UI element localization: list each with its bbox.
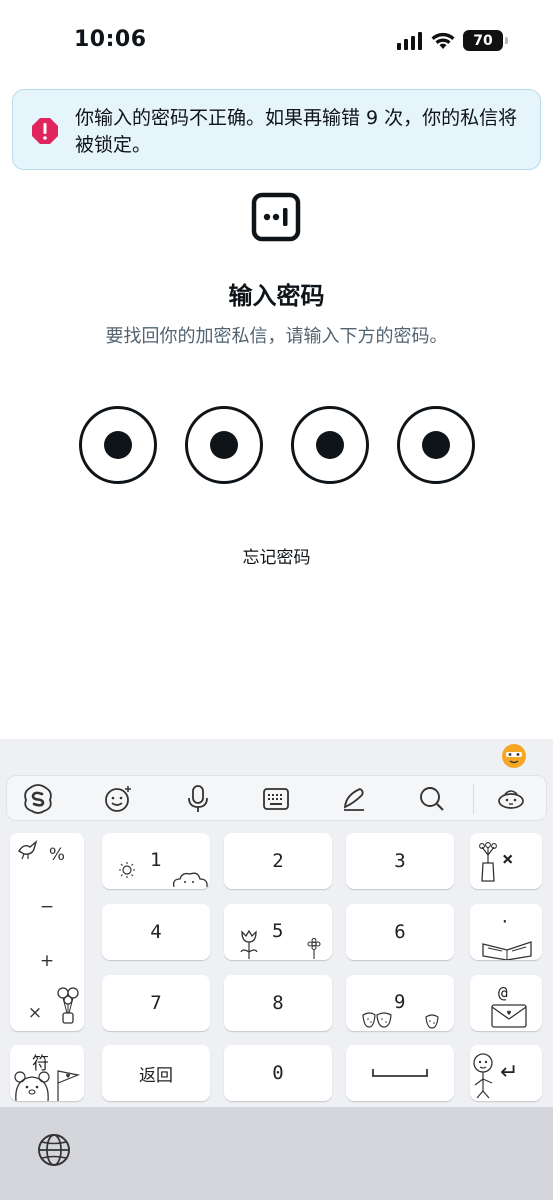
keyboard-toolbar	[6, 775, 547, 821]
enter-key[interactable]: ↵	[470, 1045, 542, 1101]
strawberries-doodle-icon	[362, 1012, 392, 1028]
symbol-minus[interactable]: −	[10, 897, 84, 917]
enter-key-label: ↵	[500, 1060, 519, 1085]
key-3[interactable]: 3	[346, 833, 454, 889]
delete-key[interactable]: ×	[470, 833, 542, 889]
status-bar: 10:06 70	[0, 0, 553, 80]
envelope-doodle-icon	[491, 1004, 527, 1028]
error-banner: 你输入的密码不正确。如果再输错 9 次，你的私信将被锁定。	[12, 89, 541, 170]
pin-digit-3	[291, 406, 369, 484]
bear-flag-doodle-icon	[14, 1070, 81, 1101]
toolbar-divider	[473, 784, 474, 814]
pin-digit-4	[397, 406, 475, 484]
search-icon[interactable]	[415, 782, 449, 816]
key-4[interactable]: 4	[102, 904, 210, 960]
pin-input[interactable]	[79, 406, 475, 486]
forgot-password-link[interactable]: 忘记密码	[0, 543, 553, 568]
globe-icon[interactable]	[36, 1132, 72, 1168]
pin-filled-dot	[316, 431, 344, 459]
person-doodle-icon	[473, 1053, 493, 1099]
pin-digit-1	[79, 406, 157, 484]
small-flower-doodle-icon	[307, 938, 321, 959]
error-message: 你输入的密码不正确。如果再输错 9 次，你的私信将被锁定。	[75, 107, 518, 156]
back-key[interactable]: 返回	[102, 1045, 210, 1101]
keyboard-icon[interactable]	[259, 782, 293, 816]
cloud-doodle-icon	[172, 872, 208, 888]
strawberry-doodle-icon	[425, 1014, 439, 1029]
at-key[interactable]: @	[470, 975, 542, 1031]
handwriting-icon[interactable]	[337, 782, 371, 816]
pin-filled-dot	[210, 431, 238, 459]
key-1[interactable]: 1	[102, 833, 210, 889]
symbols-toggle-key[interactable]: 符	[10, 1045, 84, 1101]
space-key[interactable]	[346, 1045, 454, 1101]
space-bar-icon	[372, 1069, 428, 1077]
microphone-icon[interactable]	[181, 782, 215, 816]
key-7[interactable]: 7	[102, 975, 210, 1031]
status-time: 10:06	[74, 27, 147, 52]
key-6[interactable]: 6	[346, 904, 454, 960]
key-8[interactable]: 8	[224, 975, 332, 1031]
key-5[interactable]: 5	[224, 904, 332, 960]
page-subtitle: 要找回你的加密私信，请输入下方的密码。	[105, 326, 448, 347]
signal-icon	[397, 31, 422, 50]
wifi-icon	[431, 32, 455, 49]
flower-vase-doodle-icon	[479, 842, 497, 882]
key-5-label: 5	[272, 920, 284, 942]
symbol-plus[interactable]: +	[10, 951, 84, 971]
delete-key-label: ×	[502, 848, 514, 870]
pin-digit-2	[185, 406, 263, 484]
key-0[interactable]: 0	[224, 1045, 332, 1101]
emoji-icon[interactable]	[101, 782, 135, 816]
error-icon	[32, 118, 58, 144]
balloons-doodle-icon	[57, 987, 79, 1024]
at-key-label: @	[498, 983, 508, 1002]
mascot-icon[interactable]	[501, 743, 527, 769]
keyboard-bottom-bar	[0, 1107, 553, 1200]
sogou-logo-icon[interactable]	[21, 782, 55, 816]
dot-key[interactable]: ·	[470, 904, 542, 960]
key-2[interactable]: 2	[224, 833, 332, 889]
key-1-label: 1	[150, 849, 162, 871]
sun-doodle-icon	[119, 862, 135, 878]
symbol-column[interactable]: % − + ×	[10, 833, 84, 1031]
keyboard: % − + × 1 2 3 × 4 5 6 · 7 8 9 @ 符 返回 0 ↵	[0, 739, 553, 1107]
page-title: 输入密码	[228, 282, 325, 310]
dot-key-label: ·	[500, 912, 510, 931]
key-9-label: 9	[394, 991, 406, 1013]
encrypted-dm-icon	[251, 192, 301, 242]
battery-indicator: 70	[463, 30, 508, 51]
symbol-percent[interactable]: %	[20, 845, 94, 865]
book-doodle-icon	[482, 941, 532, 960]
pin-filled-dot	[104, 431, 132, 459]
mascot-skin-icon[interactable]	[494, 782, 528, 816]
pin-filled-dot	[422, 431, 450, 459]
tulip-doodle-icon	[240, 929, 258, 959]
key-9[interactable]: 9	[346, 975, 454, 1031]
status-icons: 70	[397, 30, 508, 51]
